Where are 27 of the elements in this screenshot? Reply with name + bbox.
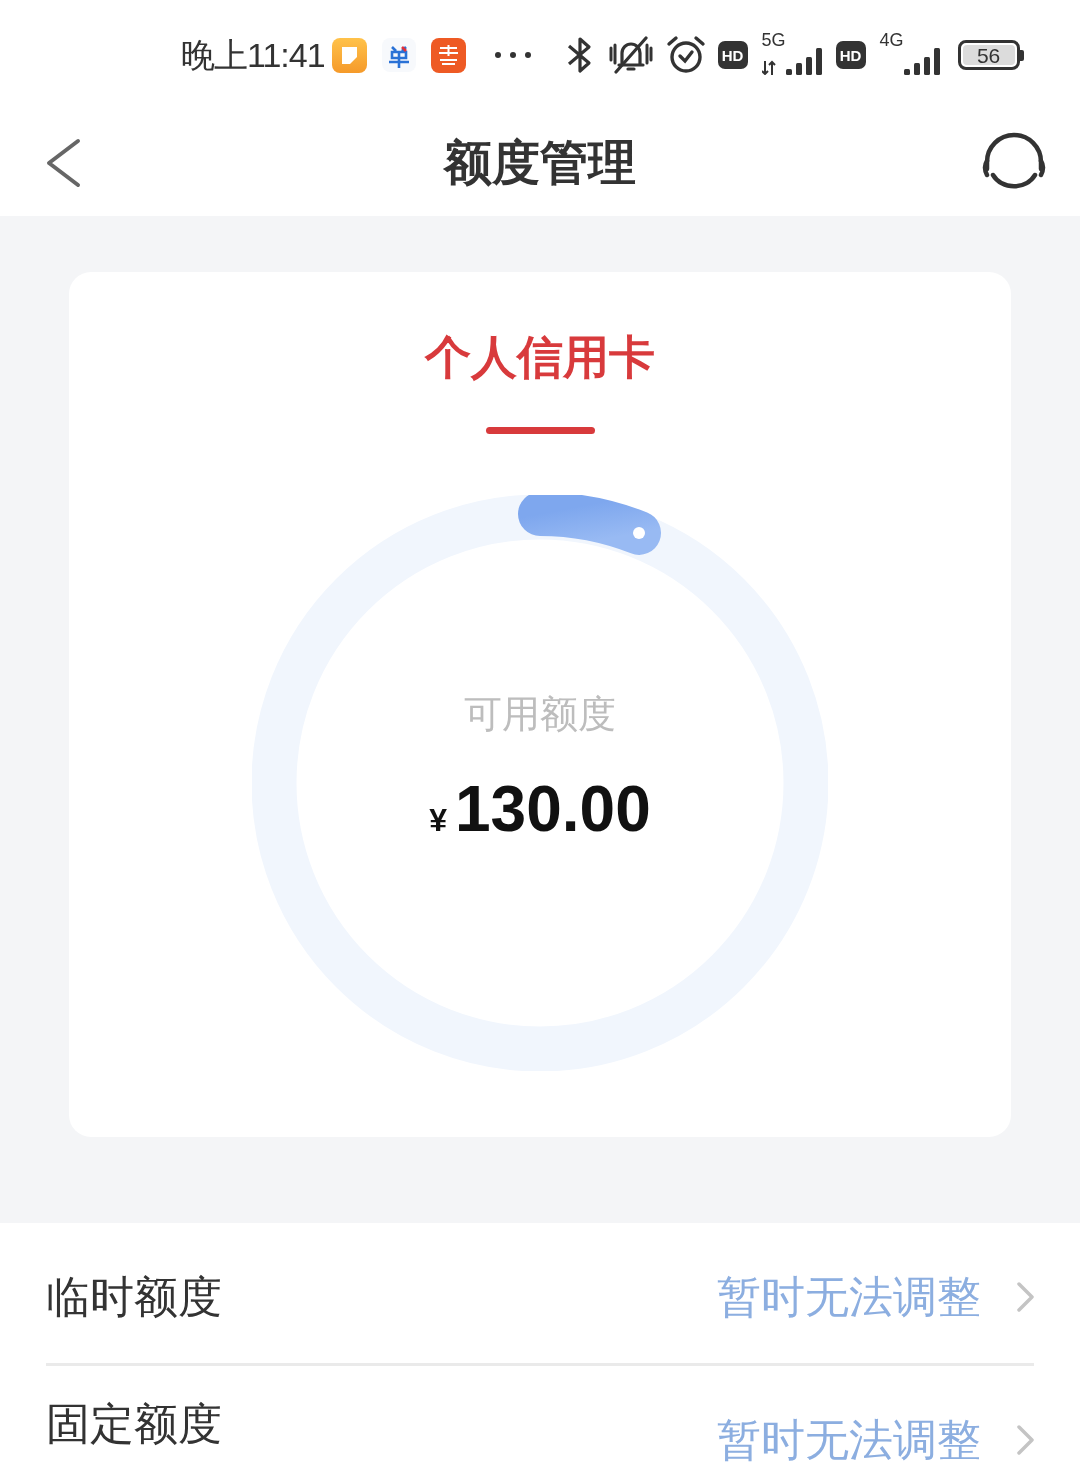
limit-label: 临时额度 [46, 1275, 222, 1319]
chevron-right-icon [1017, 1282, 1034, 1312]
gauge-end-dot [633, 526, 646, 539]
muted-bell-icon [607, 36, 654, 74]
card-tab[interactable]: 个人信用卡 [425, 334, 655, 434]
limit-adjust-link[interactable]: 暂时无法调整 [717, 1275, 1034, 1319]
available-credit-amount: 130.00 [455, 777, 651, 841]
status-time: 晚上11:41 [181, 38, 325, 72]
limit-adjust-link[interactable]: 暂时无法调整 [717, 1418, 1034, 1462]
battery-level: 56 [976, 44, 1001, 66]
bluetooth-icon [566, 36, 593, 74]
app-icon [381, 38, 416, 72]
more-icon [494, 52, 531, 58]
alarm-clock-icon [665, 35, 706, 75]
back-button[interactable] [45, 138, 81, 188]
currency-symbol: ¥ [429, 804, 447, 836]
back-icon [45, 138, 81, 188]
hd-badge: HD [717, 41, 748, 69]
limit-label: 固定额度 [46, 1402, 222, 1446]
hd-badge: HD [835, 41, 866, 69]
page-title: 额度管理 [444, 139, 636, 187]
bank-app-icon [430, 37, 466, 73]
network-type: 4G [879, 31, 904, 49]
available-credit-label: 可用额度 [464, 695, 616, 733]
chevron-right-icon [1017, 1425, 1034, 1455]
network-type: 5G [761, 31, 786, 49]
gallery-app-icon [331, 37, 367, 73]
